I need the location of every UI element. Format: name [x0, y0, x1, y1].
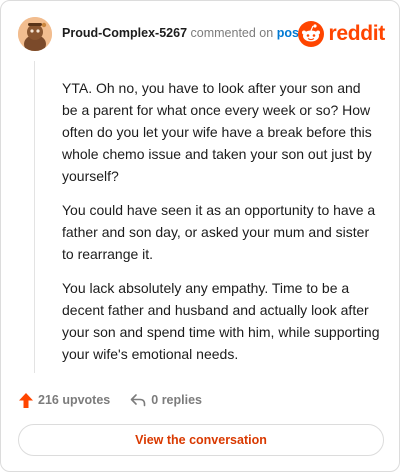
replies-stat[interactable]: 0 replies — [130, 393, 202, 407]
reply-arrow-icon — [130, 394, 146, 407]
avatar-image — [18, 17, 52, 51]
reddit-wordmark: reddit — [328, 22, 385, 45]
upvote-arrow-icon — [19, 392, 33, 408]
view-conversation-button[interactable]: View the conversation — [18, 424, 384, 456]
username-link[interactable]: Proud-Complex-5267 — [62, 26, 187, 40]
comment-paragraph: YTA. Oh no, you have to look after your … — [62, 80, 372, 184]
user-avatar[interactable] — [18, 17, 52, 51]
reddit-logo[interactable]: reddit — [298, 19, 385, 49]
comment-paragraph: You could have seen it as an opportunity… — [62, 202, 376, 262]
replies-count: 0 replies — [151, 393, 202, 407]
upvotes-stat[interactable]: 216 upvotes — [19, 392, 111, 408]
thread-line — [34, 61, 35, 373]
action-text: commented on — [190, 26, 274, 40]
comment-meta: Proud-Complex-5267 commented on post — [62, 26, 303, 40]
embedded-comment-card: Proud-Complex-5267 commented on post red… — [0, 0, 400, 472]
comment-header: Proud-Complex-5267 commented on post red… — [18, 17, 385, 53]
comment-body: YTA. Oh no, you have to look after your … — [62, 77, 380, 377]
comment-paragraph: You lack absolutely any empathy. Time to… — [62, 280, 380, 362]
upvotes-count: 216 upvotes — [38, 393, 111, 407]
reddit-snoo-icon — [298, 21, 325, 47]
comment-footer: 216 upvotes 0 replies — [19, 390, 202, 410]
